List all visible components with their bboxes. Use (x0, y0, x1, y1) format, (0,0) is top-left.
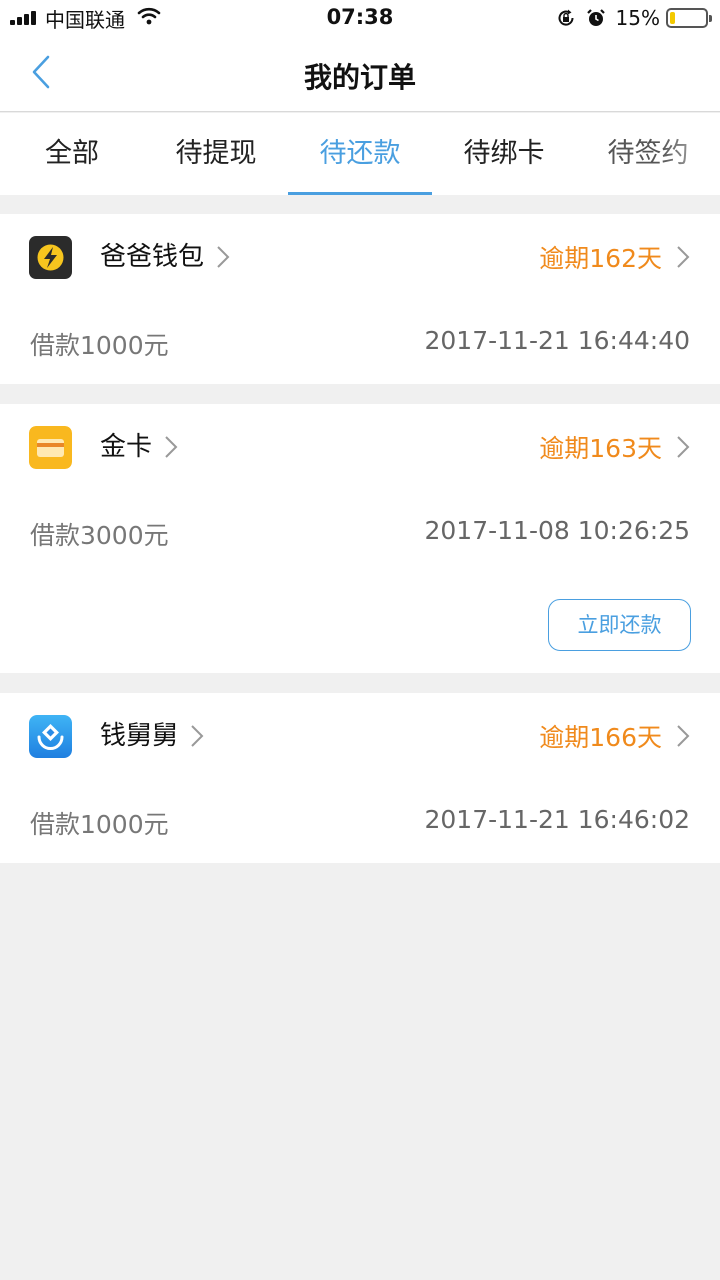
overdue-label: 逾期162天 (539, 244, 662, 273)
status-right: 15% (556, 6, 712, 30)
overdue-status[interactable]: 逾期166天 (539, 693, 690, 779)
overdue-label: 逾期163天 (539, 434, 662, 463)
alarm-icon (586, 8, 606, 28)
order-card-header[interactable]: 金卡 逾期163天 (0, 404, 720, 490)
baba-wallet-logo-icon (29, 236, 72, 279)
tab-pending-bind-card[interactable]: 待绑卡 (432, 113, 576, 195)
overdue-label: 逾期166天 (539, 723, 662, 752)
chevron-right-icon (216, 245, 230, 269)
page-title: 我的订单 (303, 61, 416, 94)
chevron-right-icon (190, 724, 204, 748)
order-card: 钱舅舅 逾期166天 借款1000元 2017-11-21 16:46:02 (0, 693, 720, 863)
chevron-right-icon (676, 245, 690, 269)
repay-now-button[interactable]: 立即还款 (548, 599, 691, 651)
chevron-right-icon (164, 435, 178, 459)
status-bar: 中国联通 07:38 15% (0, 0, 720, 36)
orientation-lock-icon (556, 8, 576, 28)
qian-jiujiu-logo-icon (29, 715, 72, 758)
merchant-name[interactable]: 爸爸钱包 (100, 214, 230, 300)
overdue-status[interactable]: 逾期162天 (539, 214, 690, 300)
merchant-label: 爸爸钱包 (100, 242, 205, 272)
merchant-name[interactable]: 金卡 (100, 404, 178, 490)
merchant-label: 钱舅舅 (100, 721, 179, 751)
tab-pending-repay[interactable]: 待还款 (288, 113, 432, 195)
tab-pending-withdraw[interactable]: 待提现 (144, 113, 288, 195)
overdue-status[interactable]: 逾期163天 (539, 404, 690, 490)
order-card-header[interactable]: 爸爸钱包 逾期162天 (0, 214, 720, 300)
tab-pending-sign[interactable]: 待签约 (576, 113, 720, 195)
order-card: 爸爸钱包 逾期162天 借款1000元 2017-11-21 16:44:40 (0, 214, 720, 384)
chevron-right-icon (676, 724, 690, 748)
loan-amount: 借款1000元 (30, 810, 169, 839)
merchant-name[interactable]: 钱舅舅 (100, 693, 204, 779)
order-time: 2017-11-21 16:46:02 (424, 805, 690, 834)
nav-bar: 我的订单 (0, 36, 720, 112)
order-time: 2017-11-08 10:26:25 (424, 516, 690, 545)
tab-all[interactable]: 全部 (0, 113, 144, 195)
merchant-label: 金卡 (100, 432, 153, 462)
loan-amount: 借款3000元 (30, 521, 169, 550)
battery-percent: 15% (615, 6, 660, 30)
order-tabs: 全部 待提现 待还款 待绑卡 待签约 (0, 113, 720, 195)
order-time: 2017-11-21 16:44:40 (424, 326, 690, 355)
order-card: 金卡 逾期163天 借款3000元 2017-11-08 10:26:25 立即… (0, 404, 720, 673)
loan-amount: 借款1000元 (30, 331, 169, 360)
battery-icon (666, 8, 712, 28)
battery-fill (670, 12, 676, 24)
gold-card-logo-icon (29, 426, 72, 469)
chevron-right-icon (676, 435, 690, 459)
order-card-header[interactable]: 钱舅舅 逾期166天 (0, 693, 720, 779)
